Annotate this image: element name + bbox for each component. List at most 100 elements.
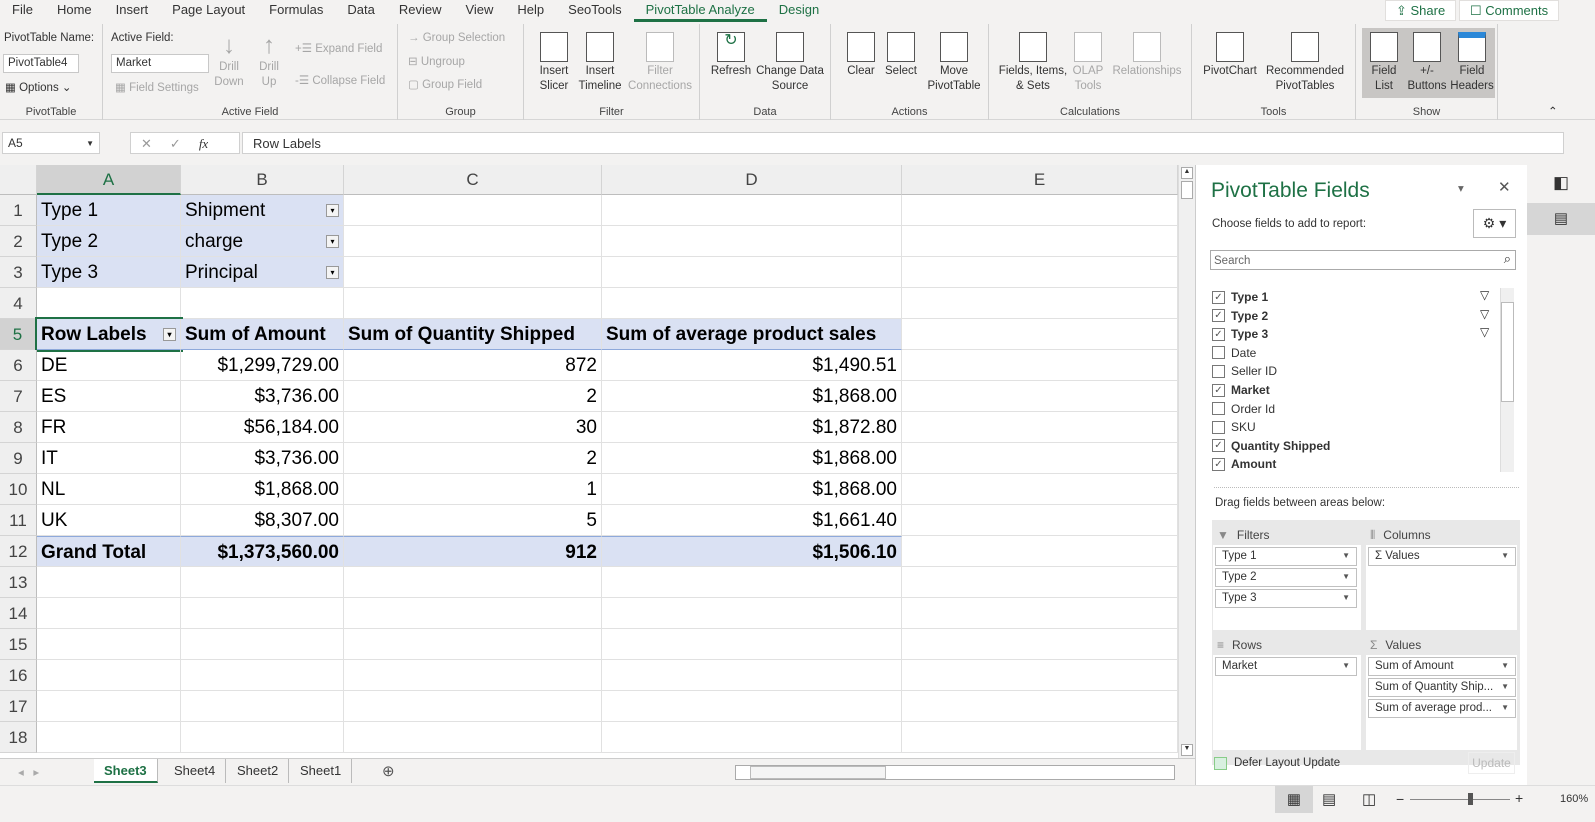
field-settings-button[interactable]: ▦ Field Settings [115, 80, 199, 94]
cell-B16[interactable] [181, 660, 344, 691]
comments-button[interactable]: ☐ Comments [1459, 0, 1560, 21]
vertical-scrollbar[interactable]: ▲ ▼ [1178, 165, 1195, 758]
horizontal-scrollbar[interactable] [735, 765, 1175, 780]
cell-E18[interactable] [902, 722, 1178, 753]
clear-button[interactable]: Clear [843, 32, 879, 79]
enter-icon[interactable]: ✓ [170, 136, 199, 151]
field-item[interactable]: SKU [1212, 418, 1256, 436]
cell-B4[interactable] [181, 288, 344, 319]
select-button[interactable]: Select [883, 32, 919, 79]
cell-A1[interactable]: Type 1 [37, 195, 181, 226]
cell-D3[interactable] [602, 257, 902, 288]
checkbox[interactable]: ✓ [1212, 309, 1225, 323]
cell-B3[interactable]: Principal ▾ [181, 257, 344, 288]
filter-dropdown-icon[interactable]: ▾ [163, 328, 176, 341]
cell-C9[interactable]: 2 [344, 443, 602, 474]
row-header[interactable]: 3 [0, 257, 37, 288]
sheet-nav-arrows[interactable]: ◂ ▸ [18, 765, 39, 779]
select-all-corner[interactable] [0, 165, 37, 195]
cell-B8[interactable]: $56,184.00 [181, 412, 344, 443]
area-chip[interactable]: Type 1 ▼ [1215, 547, 1357, 566]
cell-C17[interactable] [344, 691, 602, 722]
cell-A12[interactable]: Grand Total [37, 536, 181, 567]
page-layout-view-icon[interactable]: ▤ [1322, 786, 1342, 813]
cell-D17[interactable] [602, 691, 902, 722]
cell-D2[interactable] [602, 226, 902, 257]
name-box[interactable]: A5 ▼ [2, 132, 100, 154]
row-header[interactable]: 16 [0, 660, 37, 691]
cell-A9[interactable]: IT [37, 443, 181, 474]
chevron-down-icon[interactable]: ▼ [1342, 572, 1350, 581]
cell-A5[interactable]: Row Labels ▾ [35, 317, 183, 352]
cell-A18[interactable] [37, 722, 181, 753]
row-header[interactable]: 7 [0, 381, 37, 412]
zoom-in-icon[interactable]: + [1515, 790, 1523, 806]
field-list-button[interactable]: Field List [1364, 32, 1404, 94]
row-header[interactable]: 15 [0, 629, 37, 660]
row-header[interactable]: 11 [0, 505, 37, 536]
row-header[interactable]: 17 [0, 691, 37, 722]
field-item[interactable]: ✓ Type 2 [1212, 307, 1268, 325]
group-selection-button[interactable]: → Group Selection [408, 32, 505, 44]
column-header-A[interactable]: A [37, 165, 181, 195]
cell-D7[interactable]: $1,868.00 [602, 381, 902, 412]
field-item[interactable]: ✓ Quantity Shipped [1212, 437, 1330, 455]
cell-A15[interactable] [37, 629, 181, 660]
field-item[interactable]: ✓ Type 1 [1212, 288, 1268, 306]
cell-A4[interactable] [37, 288, 181, 319]
plus-minus-buttons-button[interactable]: +/- Buttons [1404, 32, 1450, 94]
checkbox[interactable]: ✓ [1212, 383, 1225, 397]
chevron-down-icon[interactable]: ▼ [1342, 551, 1350, 560]
active-field-input[interactable]: Market [111, 54, 209, 73]
cell-A7[interactable]: ES [37, 381, 181, 412]
tab-review[interactable]: Review [387, 0, 454, 22]
filter-connections-button[interactable]: Filter Connections [626, 32, 694, 94]
cell-E8[interactable] [902, 412, 1178, 443]
cell-B10[interactable]: $1,868.00 [181, 474, 344, 505]
cell-C16[interactable] [344, 660, 602, 691]
row-header[interactable]: 2 [0, 226, 37, 257]
cell-B15[interactable] [181, 629, 344, 660]
cell-C13[interactable] [344, 567, 602, 598]
cell-B6[interactable]: $1,299,729.00 [181, 350, 344, 381]
field-item[interactable]: Order Id [1212, 400, 1275, 418]
cell-C2[interactable] [344, 226, 602, 257]
area-chip[interactable]: Market ▼ [1215, 657, 1357, 676]
gear-icon[interactable]: ⚙ ▾ [1473, 209, 1516, 238]
cell-D6[interactable]: $1,490.51 [602, 350, 902, 381]
drill-up-button[interactable]: ↑ Drill Up [251, 32, 287, 90]
options-button[interactable]: ▦ Options ⌄ [5, 80, 72, 94]
relationships-button[interactable]: Relationships [1107, 32, 1187, 79]
filter-dropdown-icon[interactable]: ▾ [326, 204, 339, 217]
field-settings-pane-icon[interactable]: ◧ [1527, 165, 1595, 200]
checkbox[interactable] [1212, 364, 1225, 378]
cell-A6[interactable]: DE [37, 350, 181, 381]
sheet-tab-sheet2[interactable]: Sheet2 [227, 759, 290, 783]
field-item[interactable]: ✓ Amount [1212, 455, 1276, 473]
cell-A3[interactable]: Type 3 [37, 257, 181, 288]
cell-D11[interactable]: $1,661.40 [602, 505, 902, 536]
cell-D18[interactable] [602, 722, 902, 753]
expand-field-button[interactable]: +☰ Expand Field [295, 41, 382, 55]
cell-D8[interactable]: $1,872.80 [602, 412, 902, 443]
insert-slicer-button[interactable]: Insert Slicer [534, 32, 574, 94]
insert-timeline-button[interactable]: Insert Timeline [576, 32, 624, 94]
field-item[interactable]: Date [1212, 344, 1256, 362]
group-field-button[interactable]: ▢ Group Field [408, 77, 482, 91]
filter-dropdown-icon[interactable]: ▾ [326, 235, 339, 248]
cell-C5[interactable]: Sum of Quantity Shipped [344, 319, 602, 350]
change-data-source-button[interactable]: Change Data Source [754, 32, 826, 94]
row-header[interactable]: 9 [0, 443, 37, 474]
field-item[interactable]: ✓ Market [1212, 381, 1270, 399]
recommended-pivottables-button[interactable]: Recommended PivotTables [1260, 32, 1350, 94]
area-chip[interactable]: Σ Values ▼ [1368, 547, 1516, 566]
cancel-icon[interactable]: ✕ [141, 136, 170, 151]
chevron-down-icon[interactable]: ▼ [1501, 661, 1509, 670]
checkbox[interactable]: ✓ [1212, 327, 1225, 341]
cell-B7[interactable]: $3,736.00 [181, 381, 344, 412]
row-header[interactable]: 14 [0, 598, 37, 629]
cell-D16[interactable] [602, 660, 902, 691]
cell-E2[interactable] [902, 226, 1178, 257]
cell-E4[interactable] [902, 288, 1178, 319]
checkbox[interactable] [1212, 346, 1225, 360]
